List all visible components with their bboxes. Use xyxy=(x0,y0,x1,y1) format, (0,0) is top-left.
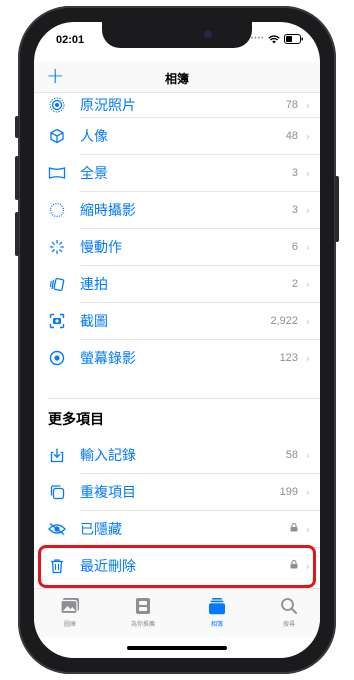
album-label: 輸入記錄 xyxy=(80,448,136,464)
screen-record-icon xyxy=(48,349,66,367)
trash-icon xyxy=(48,557,66,575)
album-count: 3 xyxy=(291,204,298,216)
library-icon xyxy=(60,598,79,615)
chevron-right-icon: › xyxy=(305,351,310,365)
status-indicators: ···· xyxy=(250,34,304,44)
page-title: 相簿 xyxy=(164,72,189,86)
album-count: 58 xyxy=(285,449,298,461)
status-bar: 02:01 ···· xyxy=(34,32,320,52)
search-icon xyxy=(281,598,297,614)
album-row-screen-recordings[interactable]: 螢幕錄影 123 › xyxy=(34,340,320,376)
battery-icon xyxy=(284,34,303,44)
album-count: 48 xyxy=(285,130,298,142)
lock-icon xyxy=(290,523,298,535)
live-photo-icon xyxy=(48,96,66,114)
signal-dots-icon: ···· xyxy=(250,34,264,44)
wifi-icon xyxy=(268,34,280,43)
chevron-right-icon: › xyxy=(305,240,310,254)
hidden-eye-icon xyxy=(48,520,66,538)
album-label: 連拍 xyxy=(80,277,108,293)
album-row-timelapse[interactable]: 縮時攝影 3 › xyxy=(34,192,320,228)
lock-icon xyxy=(290,560,298,572)
tab-search[interactable]: 搜尋 xyxy=(264,597,314,628)
album-row-imports[interactable]: 輸入記錄 58 › xyxy=(34,437,320,473)
slomo-icon xyxy=(48,238,66,256)
cube-icon xyxy=(48,127,66,145)
album-label: 已隱藏 xyxy=(80,522,122,538)
volume-up-button xyxy=(15,156,19,200)
tab-label: 圖庫 xyxy=(63,621,76,628)
home-indicator[interactable] xyxy=(127,646,227,650)
chevron-right-icon: › xyxy=(305,166,310,180)
burst-icon xyxy=(48,275,66,293)
chevron-right-icon: › xyxy=(305,522,310,536)
chevron-right-icon: › xyxy=(305,559,310,573)
chevron-right-icon: › xyxy=(305,277,310,291)
chevron-right-icon: › xyxy=(305,314,310,328)
tab-albums[interactable]: 相簿 xyxy=(192,597,242,628)
tab-label: 搜尋 xyxy=(282,621,295,628)
album-count: 2,922 xyxy=(270,315,298,327)
section-title-more: 更多項目 xyxy=(48,412,104,428)
album-label: 截圖 xyxy=(80,314,108,330)
tab-label: 相簿 xyxy=(210,621,223,628)
album-count: 78 xyxy=(285,99,298,111)
albums-icon xyxy=(209,598,225,615)
screenshot-icon xyxy=(48,312,66,330)
album-count: 199 xyxy=(279,486,298,498)
album-row-hidden[interactable]: 已隱藏 › xyxy=(34,511,320,547)
chevron-right-icon: › xyxy=(305,485,310,499)
power-button xyxy=(335,176,339,242)
album-count: 2 xyxy=(291,278,298,290)
album-label: 原況照片 xyxy=(80,98,136,114)
album-label: 縮時攝影 xyxy=(80,203,136,219)
panorama-icon xyxy=(48,164,66,182)
chevron-right-icon: › xyxy=(305,98,310,112)
timelapse-icon xyxy=(48,201,66,219)
album-count: 123 xyxy=(279,352,298,364)
import-icon xyxy=(48,446,66,464)
mute-switch xyxy=(15,116,19,138)
volume-down-button xyxy=(15,212,19,256)
chevron-right-icon: › xyxy=(305,203,310,217)
album-row-burst[interactable]: 連拍 2 › xyxy=(34,266,320,302)
album-label: 螢幕錄影 xyxy=(80,351,136,367)
album-label: 慢動作 xyxy=(80,240,122,256)
album-count: 3 xyxy=(291,167,298,179)
duplicate-icon xyxy=(48,483,66,501)
album-label: 人像 xyxy=(80,129,108,145)
album-label: 最近刪除 xyxy=(80,559,136,575)
album-label: 重複項目 xyxy=(80,485,136,501)
chevron-right-icon: › xyxy=(305,129,310,143)
status-time: 02:01 xyxy=(56,34,85,46)
album-row-slomo[interactable]: 慢動作 6 › xyxy=(34,229,320,265)
album-row-portrait[interactable]: 人像 48 › xyxy=(34,118,320,154)
tab-bar: 圖庫 為你推薦 相簿 搜尋 xyxy=(34,588,320,637)
tab-label: 為你推薦 xyxy=(130,621,155,628)
tab-library[interactable]: 圖庫 xyxy=(45,597,95,628)
album-count: 6 xyxy=(291,241,298,253)
section-divider xyxy=(48,398,320,399)
screen: 02:01 ···· + 相簿 原況照片 78 › 人像 48 › 全景 3 ›… xyxy=(34,22,320,658)
album-label: 全景 xyxy=(80,166,108,182)
tab-for-you[interactable]: 為你推薦 xyxy=(118,597,168,628)
for-you-icon xyxy=(136,598,150,614)
chevron-right-icon: › xyxy=(305,448,310,462)
album-row-panorama[interactable]: 全景 3 › xyxy=(34,155,320,191)
album-row-recently-deleted[interactable]: 最近刪除 › xyxy=(34,548,320,584)
album-row-duplicates[interactable]: 重複項目 199 › xyxy=(34,474,320,510)
album-row-screenshots[interactable]: 截圖 2,922 › xyxy=(34,303,320,339)
